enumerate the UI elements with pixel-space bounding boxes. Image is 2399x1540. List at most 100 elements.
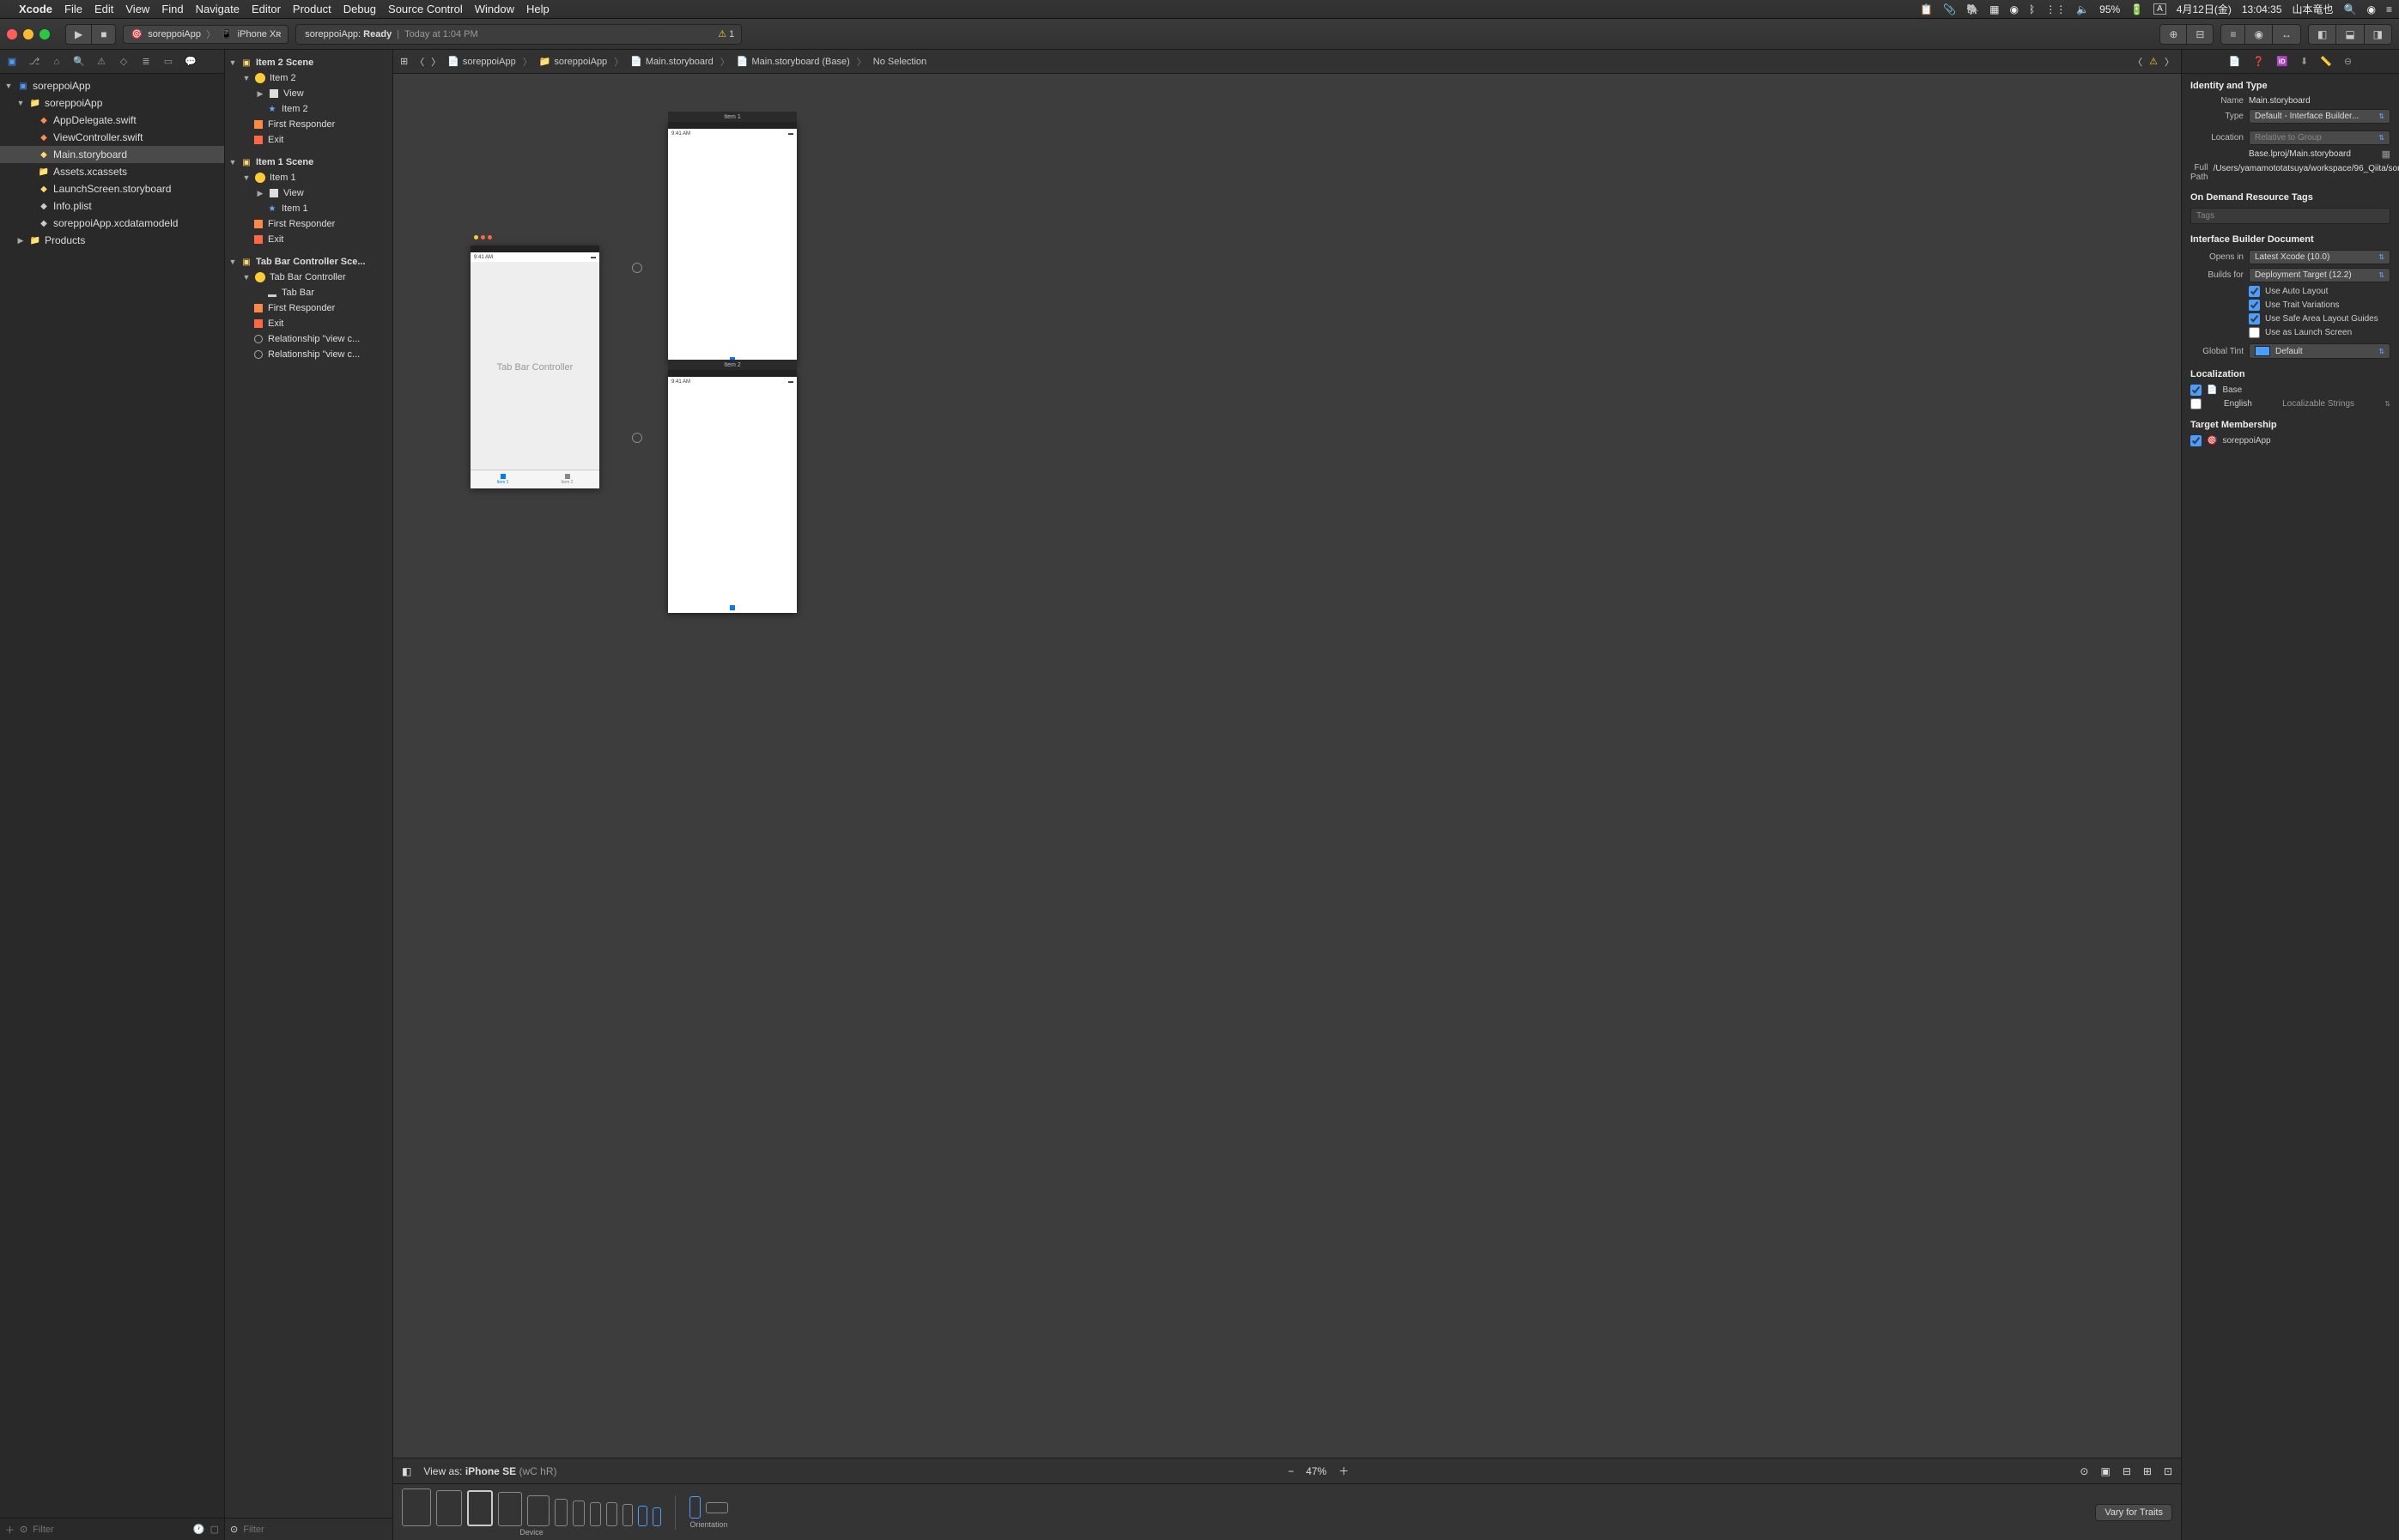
find-navigator-icon[interactable]: 🔍: [72, 56, 86, 67]
embed-button[interactable]: ⊡: [2164, 1465, 2172, 1477]
source-control-navigator-icon[interactable]: ⎇: [27, 56, 41, 67]
device-ipad-11[interactable]: [436, 1490, 462, 1526]
type-select[interactable]: Default - Interface Builder...⇅: [2249, 109, 2390, 124]
resolve-issues-button[interactable]: ⊞: [2143, 1465, 2152, 1477]
outline-vc-item1[interactable]: ▼Item 1: [228, 170, 389, 185]
embed-in-button[interactable]: ⊙: [2080, 1465, 2088, 1477]
bluetooth-icon[interactable]: ᛒ: [2029, 3, 2035, 15]
assistant-editor-button[interactable]: ◉: [2244, 24, 2271, 45]
project-navigator-icon[interactable]: ▣: [5, 56, 19, 67]
file-datamodel[interactable]: ◆soreppoiApp.xcdatamodeld: [0, 215, 224, 232]
outline-view-0[interactable]: ▶View: [228, 86, 389, 101]
tree-group[interactable]: ▼📁soreppoiApp: [0, 94, 224, 112]
file-infoplist[interactable]: ◆Info.plist: [0, 197, 224, 215]
quick-help-icon[interactable]: ❓: [2253, 56, 2265, 67]
menu-file[interactable]: File: [64, 3, 82, 15]
menu-debug[interactable]: Debug: [343, 3, 376, 15]
zoom-out-button[interactable]: −: [1288, 1465, 1294, 1477]
loc-base-checkbox[interactable]: [2190, 385, 2202, 396]
outline-tabbar[interactable]: Tab Bar: [228, 285, 389, 300]
standard-editor-button[interactable]: ≡: [2220, 24, 2244, 45]
symbol-navigator-icon[interactable]: ⌂: [50, 57, 64, 67]
spotlight-icon[interactable]: 🔍: [2344, 3, 2357, 15]
outline-exit-0[interactable]: Exit: [228, 132, 389, 148]
debug-navigator-icon[interactable]: ≣: [139, 56, 153, 67]
clipboard-icon[interactable]: 📋: [1920, 3, 1933, 15]
tags-input[interactable]: Tags: [2190, 208, 2390, 224]
forward-button[interactable]: 〉: [431, 55, 440, 69]
zoom-level[interactable]: 47%: [1306, 1465, 1327, 1477]
device-iphone-se[interactable]: [638, 1506, 647, 1526]
scheme-selector[interactable]: 🎯 soreppoiApp 〉 📱 iPhone Xʀ: [123, 25, 288, 44]
trait-checkbox[interactable]: [2249, 300, 2260, 311]
siri-icon[interactable]: ◉: [2367, 3, 2376, 15]
view-as-text[interactable]: View as: iPhone SE (wC hR): [423, 1465, 556, 1477]
wifi-icon[interactable]: ⋮⋮: [2045, 3, 2066, 15]
file-inspector-icon[interactable]: 📄: [2229, 56, 2241, 67]
segue-2[interactable]: [632, 433, 642, 443]
version-editor-button[interactable]: ↔: [2272, 24, 2301, 45]
file-appdelegate[interactable]: ◆AppDelegate.swift: [0, 112, 224, 129]
breadcrumb-4[interactable]: No Selection: [873, 57, 926, 67]
breadcrumb-1[interactable]: 📁 soreppoiApp: [539, 56, 607, 67]
recent-filter-icon[interactable]: 🕐: [193, 1524, 205, 1535]
notification-center-icon[interactable]: ≡: [2386, 3, 2392, 15]
connections-inspector-icon[interactable]: ⊖: [2344, 56, 2352, 67]
breadcrumb-0[interactable]: 📄 soreppoiApp: [447, 56, 515, 67]
prev-issue-icon[interactable]: 〈: [2133, 55, 2142, 69]
ib-canvas[interactable]: 9:41 AM▬ Tab Bar Controller Item 1 Item …: [393, 74, 2181, 1458]
next-issue-icon[interactable]: 〉: [2165, 55, 2174, 69]
add-button[interactable]: ＋: [5, 1523, 15, 1537]
back-button[interactable]: 〈: [415, 55, 424, 69]
zoom-in-button[interactable]: ＋: [1339, 1464, 1349, 1478]
menu-view[interactable]: View: [125, 3, 149, 15]
builds-for-select[interactable]: Deployment Target (12.2)⇅: [2249, 268, 2390, 282]
outline-scene-item2[interactable]: ▼▣Item 2 Scene: [228, 55, 389, 70]
report-navigator-icon[interactable]: 💬: [184, 56, 197, 67]
stop-button[interactable]: ■: [91, 24, 116, 45]
loc-english-checkbox[interactable]: [2190, 398, 2202, 409]
device-iphone-x[interactable]: [590, 1502, 601, 1526]
menu-find[interactable]: Find: [161, 3, 183, 15]
file-viewcontroller[interactable]: ◆ViewController.swift: [0, 129, 224, 146]
run-button[interactable]: ▶: [65, 24, 91, 45]
segue-1[interactable]: [632, 263, 642, 273]
safearea-checkbox[interactable]: [2249, 313, 2260, 324]
window-close-button[interactable]: [7, 29, 17, 39]
file-main-storyboard[interactable]: ◆Main.storyboard: [0, 146, 224, 163]
location-select[interactable]: Relative to Group⇅: [2249, 130, 2390, 145]
tree-root[interactable]: ▼▣soreppoiApp: [0, 77, 224, 94]
menu-window[interactable]: Window: [475, 3, 514, 15]
calendar-icon[interactable]: ▦: [1989, 3, 1999, 15]
test-navigator-icon[interactable]: ◇: [117, 56, 131, 67]
toggle-inspector-button[interactable]: ◨: [2364, 24, 2392, 45]
target-checkbox[interactable]: [2190, 435, 2202, 446]
orientation-portrait[interactable]: [689, 1496, 701, 1519]
size-inspector-icon[interactable]: 📏: [2320, 56, 2332, 67]
outline-exit-1[interactable]: Exit: [228, 232, 389, 247]
attributes-inspector-icon[interactable]: ⬇: [2300, 56, 2308, 67]
device-iphone-4s[interactable]: [653, 1507, 661, 1526]
folder-icon[interactable]: ▦: [2382, 149, 2390, 160]
launch-checkbox[interactable]: [2249, 327, 2260, 338]
outline-exit-2[interactable]: Exit: [228, 316, 389, 331]
outline-vc-tabbar[interactable]: ▼Tab Bar Controller: [228, 270, 389, 285]
menubar-user[interactable]: 山本竜也: [2293, 2, 2334, 16]
code-review-button[interactable]: ⊟: [2186, 24, 2214, 45]
outline-rel-2[interactable]: Relationship "view c...: [228, 347, 389, 362]
scene-item1[interactable]: Item 1 9:41 AM▬: [668, 122, 797, 365]
breadcrumb-3[interactable]: 📄 Main.storyboard (Base): [737, 56, 850, 67]
outline-scene-item1[interactable]: ▼▣Item 1 Scene: [228, 155, 389, 170]
tabbar-item2[interactable]: Item 2: [535, 470, 599, 488]
app-menu[interactable]: Xcode: [19, 3, 52, 15]
tree-products[interactable]: ▶📁Products: [0, 232, 224, 249]
toggle-outline-button[interactable]: ◧: [402, 1465, 411, 1477]
scene-item2[interactable]: Item 2 9:41 AM▬: [668, 370, 797, 613]
file-assets[interactable]: 📁Assets.xcassets: [0, 163, 224, 180]
evernote-icon[interactable]: 🐘: [1966, 3, 1979, 15]
library-button[interactable]: ⊕: [2159, 24, 2186, 45]
device-iphone-8[interactable]: [623, 1504, 633, 1526]
outline-filter-input[interactable]: [243, 1525, 387, 1535]
outline-item-1[interactable]: ★Item 1: [228, 201, 389, 216]
input-source-icon[interactable]: A: [2153, 3, 2166, 15]
